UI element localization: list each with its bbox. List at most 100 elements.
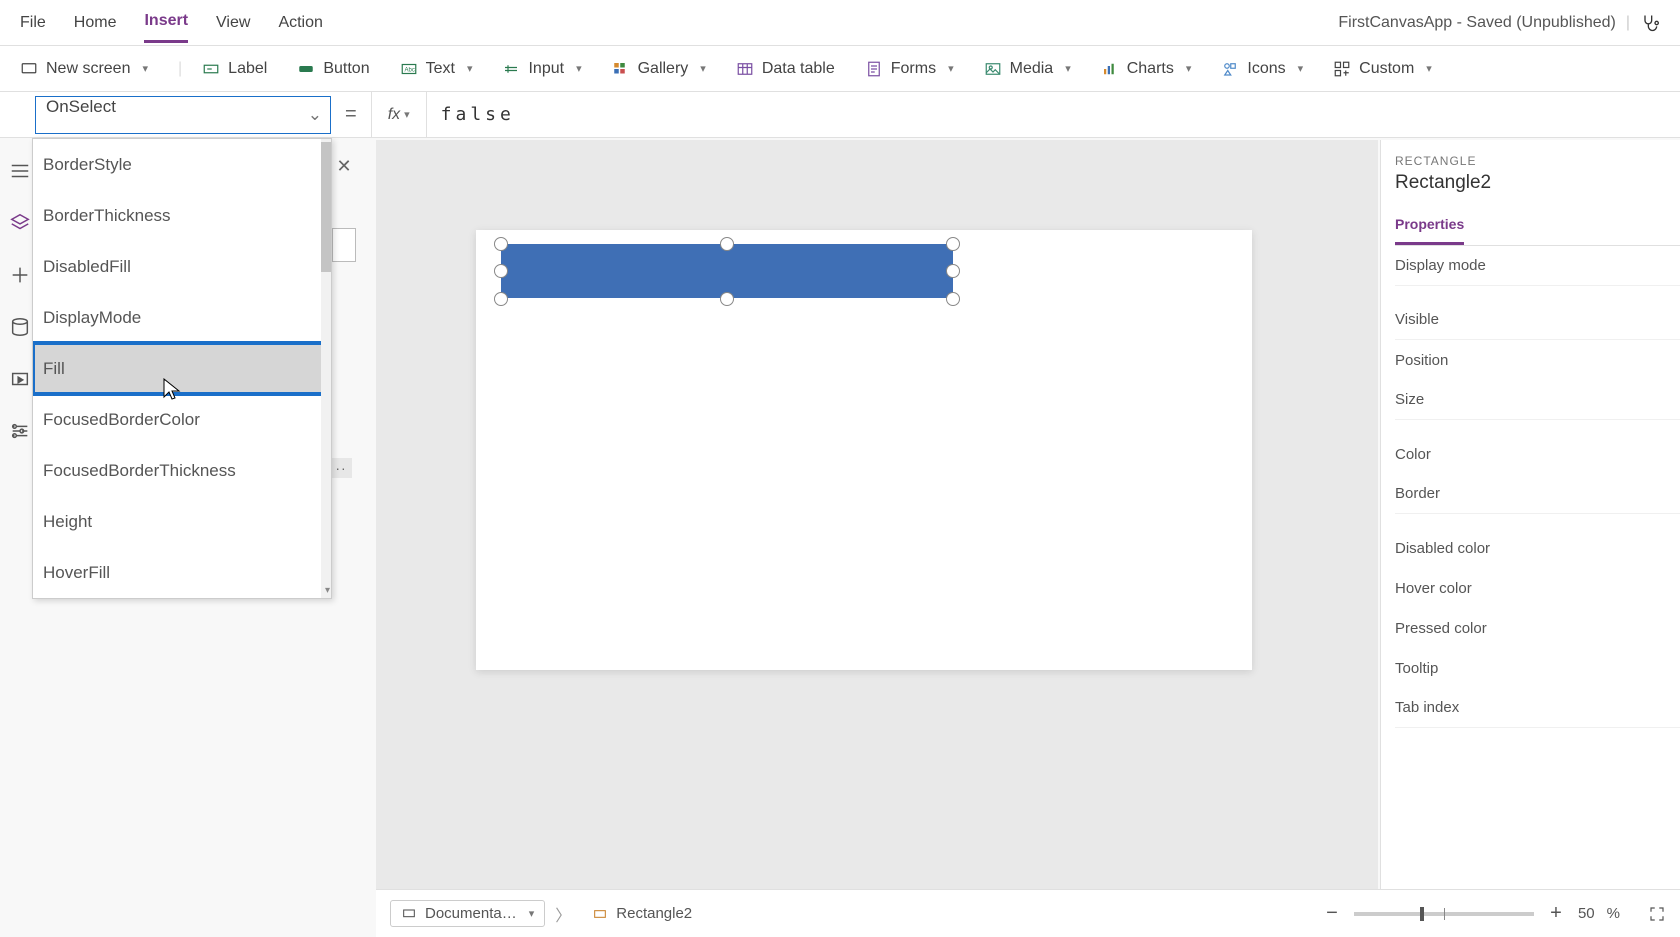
charts-button[interactable]: Charts▾ [1101,60,1192,78]
insert-ribbon: New screen▾ | Label Button Abc Text▾ Inp… [0,46,1680,92]
screen-icon [401,906,417,922]
text-label: Text [426,60,455,78]
dropdown-item[interactable]: HoverFill [33,547,331,598]
chart-icon [1101,60,1119,78]
breadcrumb-screen[interactable]: Documenta… ▾ [390,900,545,927]
layers-icon[interactable] [9,212,31,234]
prop-row-position[interactable]: Position [1395,340,1680,380]
menu-view[interactable]: View [216,4,250,42]
zoom-slider-midtick [1444,908,1445,920]
new-screen-button[interactable]: New screen ▾ [20,60,148,78]
zoom-slider[interactable] [1354,912,1534,916]
dropdown-item[interactable]: Height [33,496,331,547]
canvas-workspace [376,140,1378,889]
prop-row-tooltip[interactable]: Tooltip [1395,648,1680,688]
breadcrumb-shape-label: Rectangle2 [616,905,692,922]
settings-icon[interactable] [9,420,31,442]
chevron-down-icon: ▾ [948,62,954,75]
tree-more-button[interactable]: ·· [330,458,352,478]
status-bar: Documenta… ▾ 〉 Rectangle2 − + 50 % [376,889,1680,937]
resize-handle-s[interactable] [720,292,734,306]
zoom-in-button[interactable]: + [1546,902,1566,925]
property-selector[interactable]: OnSelect ⌄ [35,96,331,134]
app-canvas[interactable] [476,230,1252,670]
hamburger-icon[interactable] [9,160,31,182]
menu-file[interactable]: File [20,4,46,42]
resize-handle-ne[interactable] [946,237,960,251]
menu-bar: File Home Insert View Action FirstCanvas… [0,0,1680,46]
icons-button[interactable]: Icons▾ [1221,60,1303,78]
forms-button[interactable]: Forms▾ [865,60,954,78]
fx-button[interactable]: fx ▾ [371,92,427,138]
dropdown-item-highlighted[interactable]: Fill [33,343,331,394]
dropdown-item[interactable]: BorderThickness [33,190,331,241]
tab-properties[interactable]: Properties [1395,210,1464,245]
prop-row-displaymode[interactable]: Display mode [1395,246,1680,286]
formula-input[interactable]: false [427,104,1680,125]
datatable-button[interactable]: Data table [736,60,835,78]
prop-row-border[interactable]: Border [1395,474,1680,514]
dropdown-item[interactable]: DisplayMode [33,292,331,343]
resize-handle-sw[interactable] [494,292,508,306]
screen-icon [20,60,38,78]
prop-row-pressedcolor[interactable]: Pressed color [1395,608,1680,648]
menu-action[interactable]: Action [278,4,322,42]
tree-item-peek [332,228,356,262]
plus-icon[interactable] [9,264,31,286]
chevron-down-icon: ▾ [1426,62,1432,75]
input-label: Input [528,60,564,78]
charts-label: Charts [1127,60,1174,78]
resize-handle-n[interactable] [720,237,734,251]
new-screen-label: New screen [46,60,130,78]
custom-button[interactable]: Custom▾ [1333,60,1432,78]
text-icon: Abc [400,60,418,78]
chevron-down-icon: ▾ [576,62,582,75]
resize-handle-se[interactable] [946,292,960,306]
property-dropdown: ▴ BorderStyle BorderThickness DisabledFi… [32,138,332,599]
menu-insert[interactable]: Insert [144,2,188,43]
datatable-label: Data table [762,60,835,78]
resize-handle-w[interactable] [494,264,508,278]
prop-row-size[interactable]: Size [1395,380,1680,420]
dropdown-item[interactable]: BorderStyle [33,139,331,190]
resize-handle-nw[interactable] [494,237,508,251]
scrollbar-thumb[interactable] [321,142,331,272]
fullscreen-icon[interactable] [1648,905,1666,923]
prop-row-color[interactable]: Color [1395,434,1680,474]
label-button[interactable]: Label [202,60,267,78]
prop-row-disabledcolor[interactable]: Disabled color [1395,528,1680,568]
database-icon[interactable] [9,316,31,338]
media-button[interactable]: Media▾ [984,60,1071,78]
close-tree-button[interactable]: ✕ [330,152,358,180]
text-button[interactable]: Abc Text▾ [400,60,473,78]
prop-row-visible[interactable]: Visible [1395,300,1680,340]
prop-row-tabindex[interactable]: Tab index [1395,688,1680,728]
button-button[interactable]: Button [297,60,369,78]
app-title: FirstCanvasApp - Saved (Unpublished) [1338,14,1615,32]
dropdown-item[interactable]: DisabledFill [33,241,331,292]
resize-handle-e[interactable] [946,264,960,278]
element-name[interactable]: Rectangle2 [1395,172,1680,194]
zoom-control: − + 50 % [1322,902,1666,925]
breadcrumb-shape[interactable]: Rectangle2 [581,900,703,927]
chevron-down-icon: ⌄ [308,105,322,125]
zoom-slider-thumb[interactable] [1420,907,1424,921]
dropdown-item[interactable]: FocusedBorderColor [33,394,331,445]
button-text: Button [323,60,369,78]
label-icon [202,60,220,78]
prop-row-hovercolor[interactable]: Hover color [1395,568,1680,608]
chevron-down-icon: ▾ [142,62,148,75]
media-icon [984,60,1002,78]
svg-text:Abc: Abc [404,67,414,73]
zoom-out-button[interactable]: − [1322,902,1342,925]
equals-sign: = [345,103,357,126]
menu-home[interactable]: Home [74,4,117,42]
scroll-down-icon[interactable]: ▾ [325,585,330,596]
stethoscope-icon[interactable] [1640,13,1660,33]
rectangle-shape[interactable] [501,244,953,298]
gallery-button[interactable]: Gallery▾ [612,60,706,78]
gallery-icon [612,60,630,78]
input-button[interactable]: Input ▾ [502,60,581,78]
dropdown-item[interactable]: FocusedBorderThickness [33,445,331,496]
media-rail-icon[interactable] [9,368,31,390]
